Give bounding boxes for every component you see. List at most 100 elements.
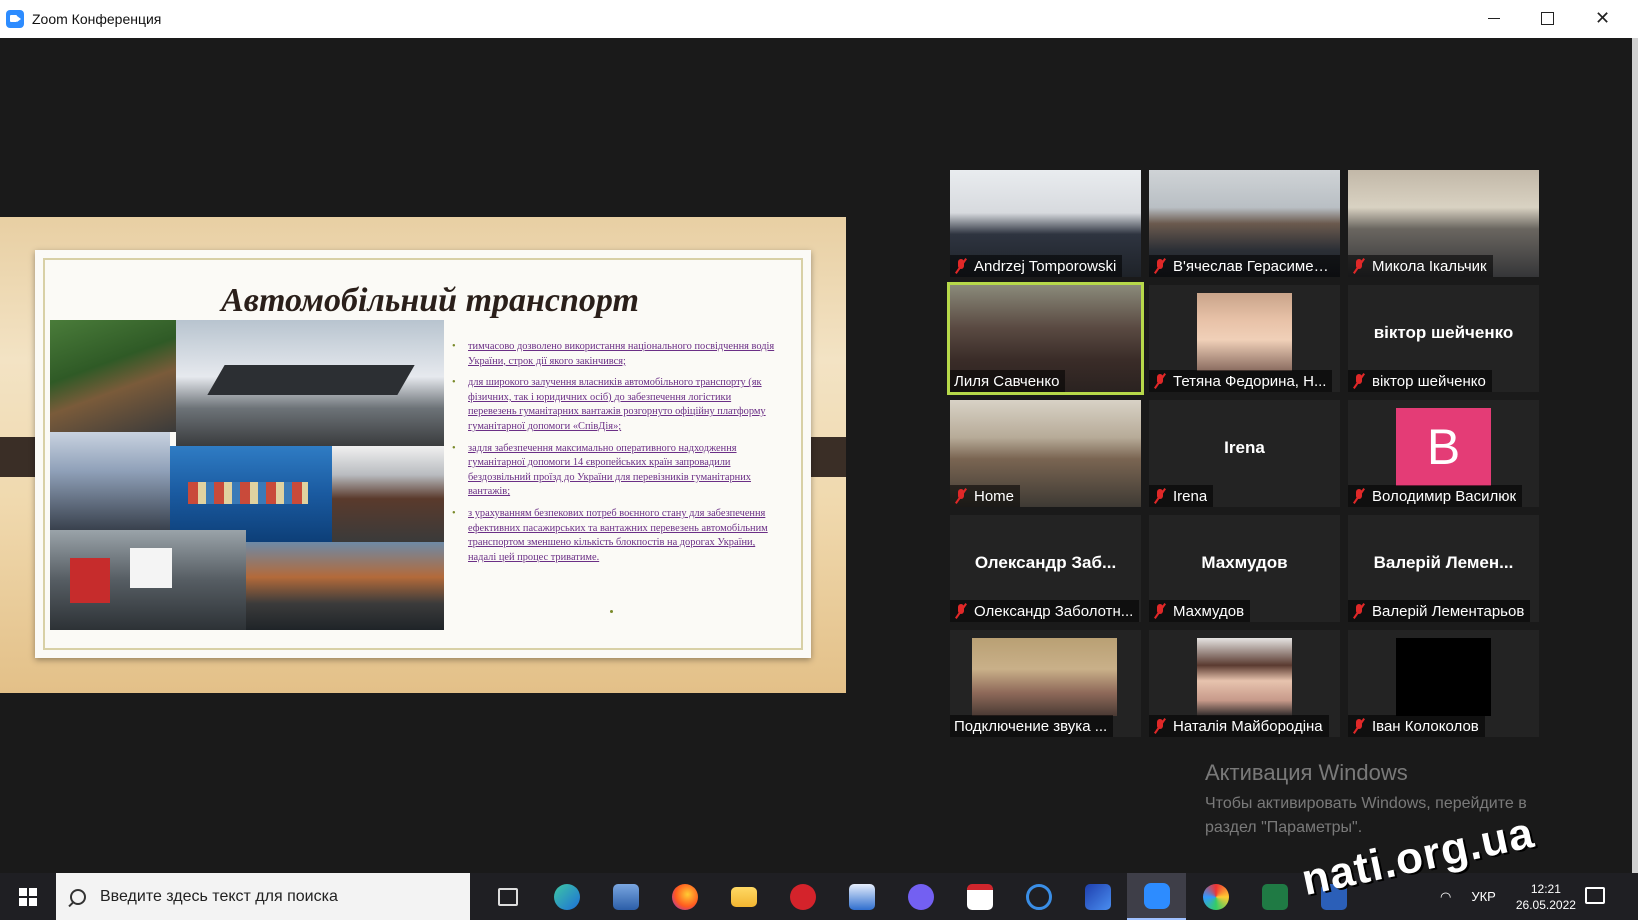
participant-name: віктор шейченко (1372, 372, 1486, 390)
participant-namebar: Тетяна Федорина, Н... (1149, 370, 1333, 392)
participant-name: Володимир Василюк (1372, 487, 1517, 505)
zoom-icon (1143, 882, 1170, 909)
participant-name: Валерій Лементарьов (1372, 602, 1525, 620)
system-tray: ◠ УКР 12:21 26.05.2022 (1440, 873, 1576, 920)
participant-name: Олександр Заболотн... (974, 602, 1134, 620)
clock[interactable]: 12:21 26.05.2022 (1516, 881, 1576, 913)
participant-display-name: Irena (1224, 438, 1265, 457)
maximize-icon (1541, 11, 1554, 25)
viber-button[interactable] (891, 873, 950, 920)
scrollbar[interactable] (1632, 38, 1638, 873)
monitor-app-button[interactable] (596, 873, 655, 920)
participant-namebar: Andrzej Tomporowski (950, 255, 1123, 277)
participant-tile[interactable]: Микола Ікальчик (1348, 170, 1539, 277)
windows-logo-icon (19, 887, 37, 906)
slide-dot (610, 610, 613, 613)
blue-window-button[interactable] (832, 873, 891, 920)
tank-car-photo (332, 446, 444, 542)
participant-namebar: Irena (1149, 485, 1214, 507)
cargo-plane-photo (176, 320, 444, 446)
blue-square-app-icon (1084, 883, 1111, 910)
network-icon[interactable]: ◠ (1440, 889, 1451, 905)
participant-name: Іван Колоколов (1372, 717, 1479, 735)
muted-mic-icon (1153, 258, 1167, 274)
participant-display-name: Олександр Заб... (974, 553, 1117, 572)
task-view-icon (497, 887, 518, 906)
participant-tile[interactable]: Наталія Майбородіна (1149, 630, 1340, 737)
participant-avatar: B (1396, 408, 1491, 486)
participant-display-name: віктор шейченко (1373, 323, 1514, 342)
participant-namebar: Іван Колоколов (1348, 715, 1485, 737)
blue-circle-app-button[interactable] (1009, 873, 1068, 920)
firefox-icon (671, 883, 698, 910)
blue-window-icon (848, 883, 875, 910)
slide-bullets: тимчасово дозволено використання націона… (452, 340, 780, 572)
participant-tile[interactable]: Andrzej Tomporowski (950, 170, 1141, 277)
participant-video (972, 638, 1117, 716)
paint-icon (1202, 883, 1229, 910)
participant-namebar: Олександр Заболотн... (950, 600, 1140, 622)
participant-tile[interactable]: Подключение звука ... (950, 630, 1141, 737)
slide-bullet: тимчасово дозволено використання націона… (452, 340, 780, 369)
search-icon (70, 888, 86, 905)
close-button[interactable]: ✕ (1575, 0, 1630, 36)
muted-mic-icon (1153, 488, 1167, 504)
red-app-icon (789, 883, 816, 910)
participant-tile[interactable]: Тетяна Федорина, Н... (1149, 285, 1340, 392)
participant-tile[interactable]: Олександр Заб... Олександр Заболотн... (950, 515, 1141, 622)
viber-icon (907, 883, 934, 910)
participant-name: Наталія Майбородіна (1173, 717, 1323, 735)
zoom-taskbar-button[interactable] (1127, 873, 1186, 920)
participant-tile[interactable]: Home (950, 400, 1141, 507)
muted-mic-icon (954, 488, 968, 504)
close-icon: ✕ (1594, 7, 1611, 28)
slide-bullet: з урахуванням безпекових потреб воєнного… (452, 507, 780, 565)
taskbar-apps (478, 873, 1363, 920)
participant-namebar: Наталія Майбородіна (1149, 715, 1329, 737)
muted-mic-icon (1352, 488, 1366, 504)
participant-display-name: Валерій Лемен... (1373, 553, 1514, 572)
participant-tile[interactable]: віктор шейченко віктор шейченко (1348, 285, 1539, 392)
port-ship-photo (246, 542, 444, 630)
participant-tile[interactable]: B Володимир Василюк (1348, 400, 1539, 507)
edge-button[interactable] (537, 873, 596, 920)
monitor-app-icon (612, 883, 639, 910)
slide-title: Автомобільний транспорт (221, 282, 639, 319)
participant-tile[interactable]: Irena Irena (1149, 400, 1340, 507)
pdf-button[interactable] (950, 873, 1009, 920)
notifications-icon[interactable] (1585, 887, 1605, 904)
excel-button[interactable] (1245, 873, 1304, 920)
paint-button[interactable] (1186, 873, 1245, 920)
start-button[interactable] (0, 873, 56, 920)
firefox-button[interactable] (655, 873, 714, 920)
participant-tile[interactable]: Іван Колоколов (1348, 630, 1539, 737)
activation-title: Активация Windows (1205, 760, 1408, 785)
train-photo (50, 320, 176, 432)
taskbar-search[interactable]: Введите здесь текст для поиска (56, 873, 470, 920)
truck-photo (50, 432, 170, 530)
participant-name: Irena (1173, 487, 1208, 505)
slide-bullet: задля забезпечення максимально оперативн… (452, 442, 780, 500)
participant-name: Лиля Савченко (954, 372, 1060, 390)
red-app-button[interactable] (773, 873, 832, 920)
participant-name: В'ячеслав Герасимен... (1173, 257, 1334, 275)
muted-mic-icon (1352, 373, 1366, 389)
participant-namebar: Home (950, 485, 1021, 507)
language-indicator[interactable]: УКР (1471, 889, 1496, 904)
maximize-button[interactable] (1520, 0, 1575, 36)
participant-name: Andrzej Tomporowski (974, 257, 1117, 275)
task-view-button[interactable] (478, 873, 537, 920)
participant-name: Махмудов (1173, 602, 1245, 620)
clock-time: 12:21 (1530, 881, 1561, 896)
blue-square-app-button[interactable] (1068, 873, 1127, 920)
participant-display-name: Махмудов (1201, 553, 1288, 572)
minimize-button[interactable] (1466, 0, 1521, 36)
window-title: Zoom Конференция (32, 11, 162, 27)
file-explorer-button[interactable] (714, 873, 773, 920)
participant-tile[interactable]: Махмудов Махмудов (1149, 515, 1340, 622)
participant-tile[interactable]: В'ячеслав Герасимен... (1149, 170, 1340, 277)
blue-circle-app-icon (1025, 883, 1052, 910)
participant-tile[interactable]: Валерій Лемен... Валерій Лементарьов (1348, 515, 1539, 622)
participant-namebar: Подключение звука ... (950, 715, 1114, 737)
participant-tile-active-speaker[interactable]: Лиля Савченко (947, 282, 1144, 395)
